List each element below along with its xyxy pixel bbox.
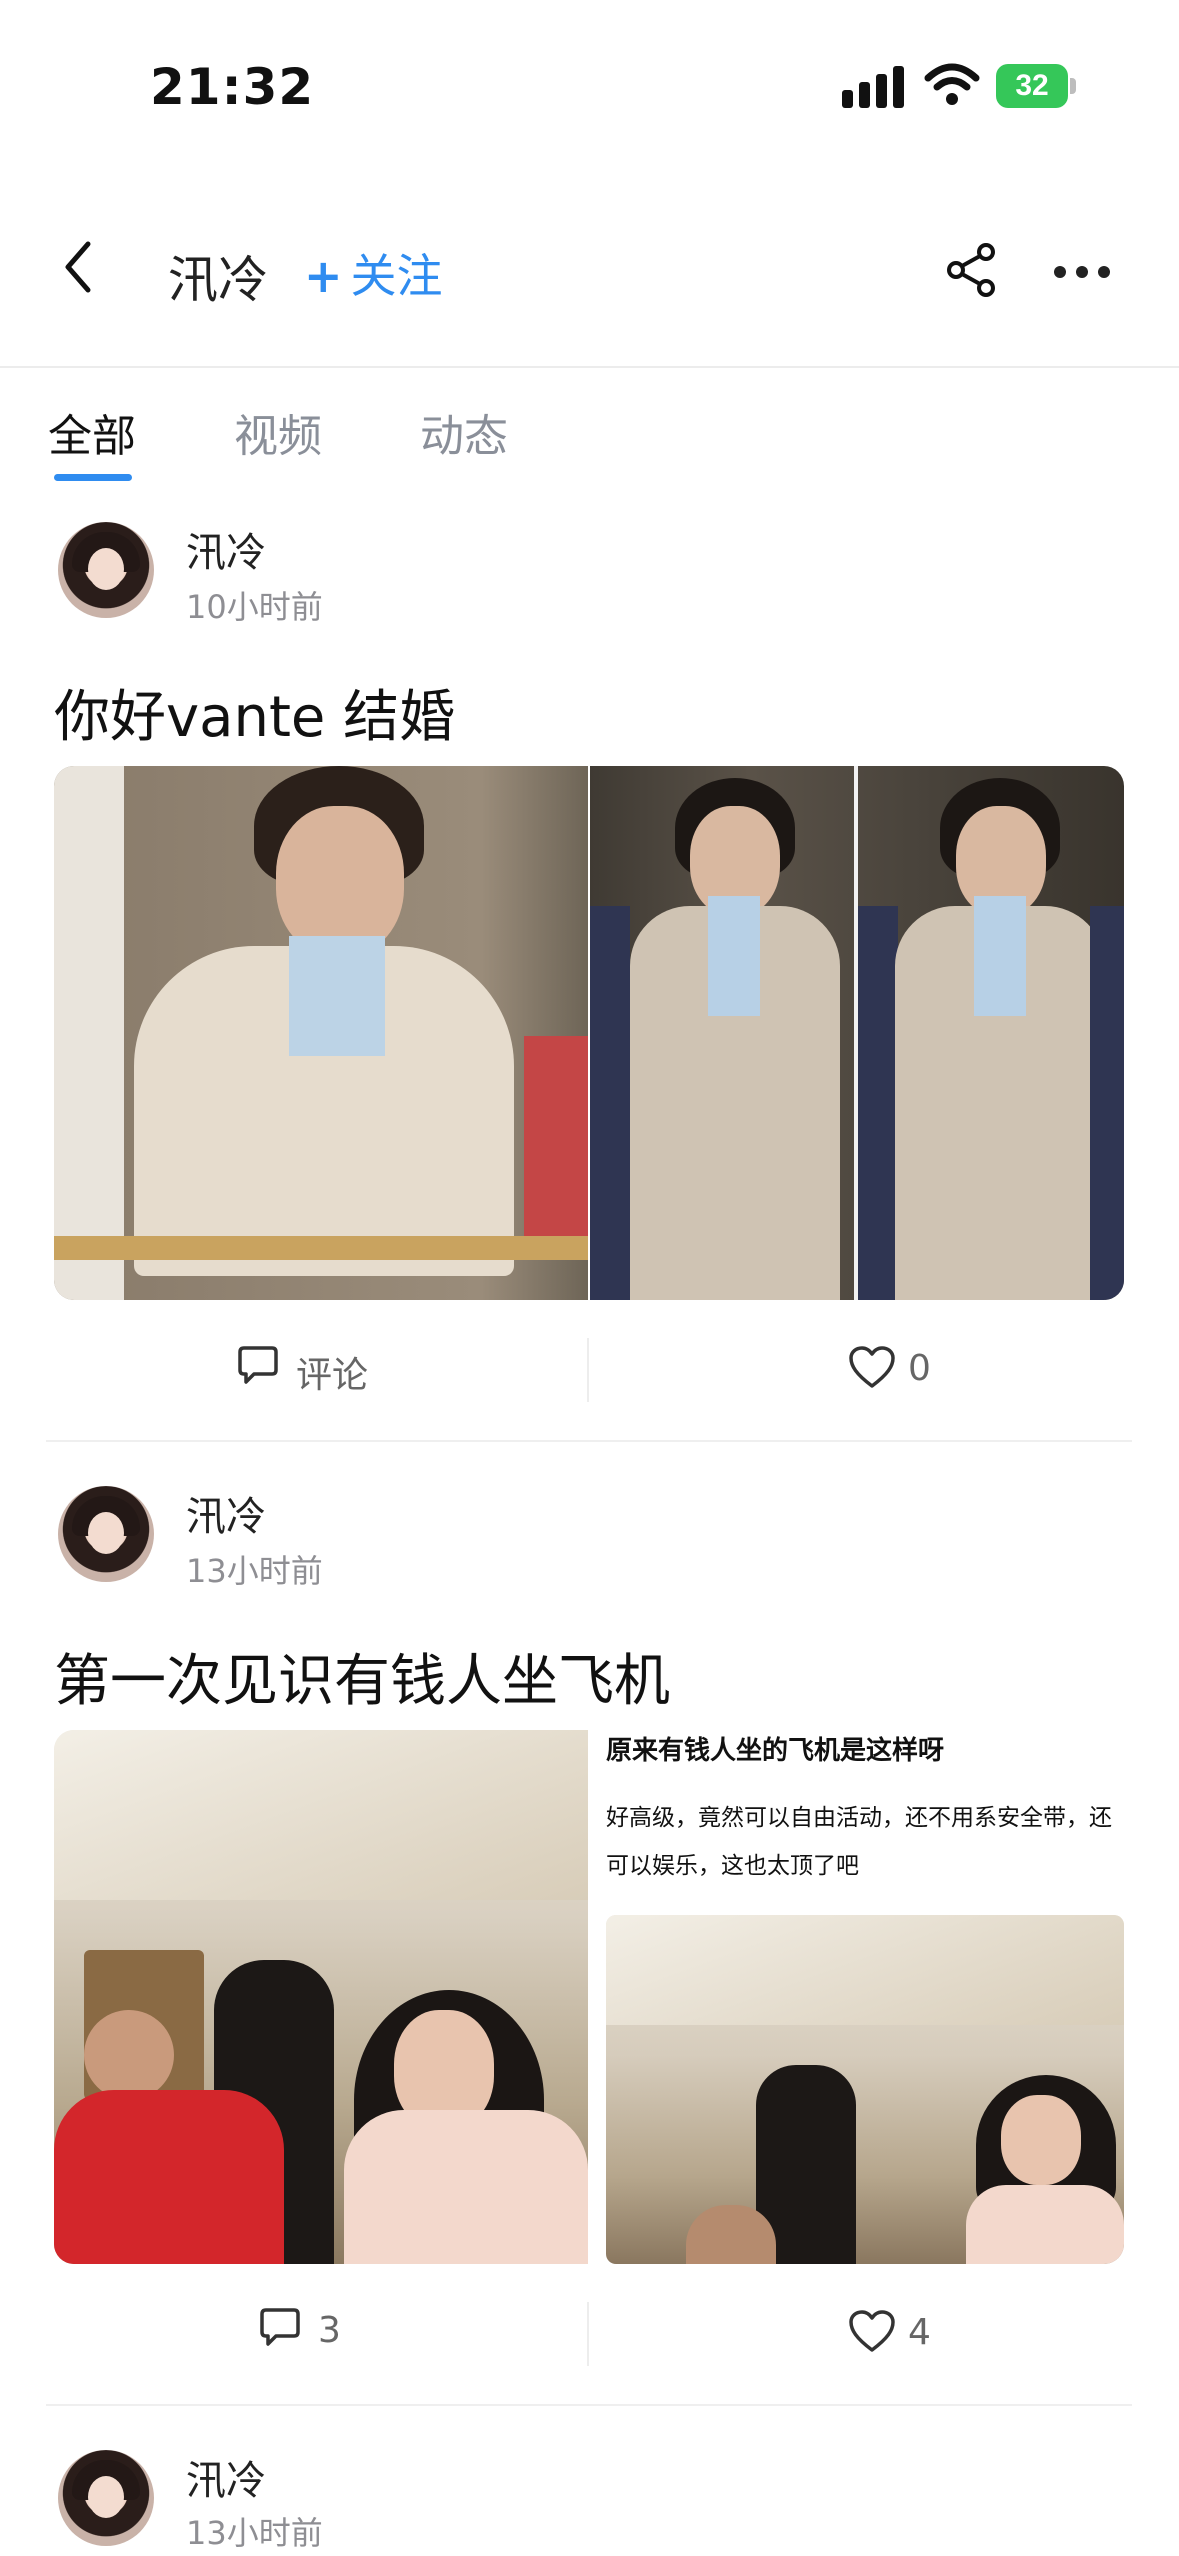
post-image[interactable]	[54, 766, 588, 1300]
active-tab-indicator	[54, 474, 132, 481]
image-caption: 原来有钱人坐的飞机是这样呀	[606, 1736, 945, 1766]
like-heart-icon[interactable]	[848, 2310, 896, 2354]
page-title: 汛冷	[168, 251, 268, 309]
avatar[interactable]	[58, 1486, 154, 1582]
action-divider	[587, 2302, 589, 2366]
like-count: 0	[908, 1348, 931, 1389]
comment-count[interactable]: 3	[318, 2310, 341, 2351]
battery-level: 32	[996, 64, 1068, 108]
comment-icon[interactable]	[236, 1344, 280, 1388]
post-divider	[46, 2404, 1132, 2406]
action-divider	[587, 1338, 589, 1402]
tab-video[interactable]: 视频	[234, 400, 322, 464]
tab-all[interactable]: 全部	[48, 400, 136, 464]
follow-label: 关注	[350, 249, 443, 303]
share-icon[interactable]	[944, 242, 1000, 298]
wifi-icon	[924, 63, 980, 105]
more-options-icon[interactable]	[1054, 266, 1110, 278]
back-arrow-icon[interactable]	[60, 238, 96, 296]
post-author[interactable]: 汛冷	[186, 2448, 266, 2506]
tab-moments[interactable]: 动态	[420, 400, 508, 464]
post-author[interactable]: 汛冷	[186, 1484, 266, 1542]
post-image[interactable]: 原来有钱人坐的飞机是这样呀 好高级，竟然可以自由活动，还不用系安全带，还可以娱乐…	[590, 1730, 1124, 2264]
post-title[interactable]: 第一次见识有钱人坐飞机	[54, 1636, 670, 1717]
like-count: 4	[908, 2312, 931, 2353]
post-author[interactable]: 汛冷	[186, 520, 266, 578]
header-divider	[0, 366, 1179, 368]
comment-label[interactable]: 评论	[296, 1346, 368, 1398]
like-heart-icon[interactable]	[848, 1346, 896, 1390]
post-image[interactable]	[590, 766, 1124, 1300]
post-time: 13小时前	[186, 1552, 323, 1590]
battery-icon: 32	[996, 64, 1076, 108]
cellular-signal-icon	[842, 66, 906, 108]
post-divider	[46, 1440, 1132, 1442]
post-title[interactable]: 你好vante 结婚	[54, 672, 455, 753]
avatar[interactable]	[58, 2450, 154, 2546]
post-time: 13小时前	[186, 2514, 323, 2552]
avatar[interactable]	[58, 522, 154, 618]
status-time: 21:32	[150, 58, 315, 116]
comment-icon[interactable]	[258, 2306, 302, 2350]
post-time: 10小时前	[186, 588, 323, 626]
post-image-inner	[606, 1915, 1124, 2264]
plus-icon: +	[304, 249, 343, 303]
follow-button[interactable]: + 关注	[304, 240, 443, 306]
post-image[interactable]	[54, 1730, 588, 2264]
image-text: 好高级，竟然可以自由活动，还不用系安全带，还可以娱乐，这也太顶了吧	[606, 1805, 1112, 1879]
